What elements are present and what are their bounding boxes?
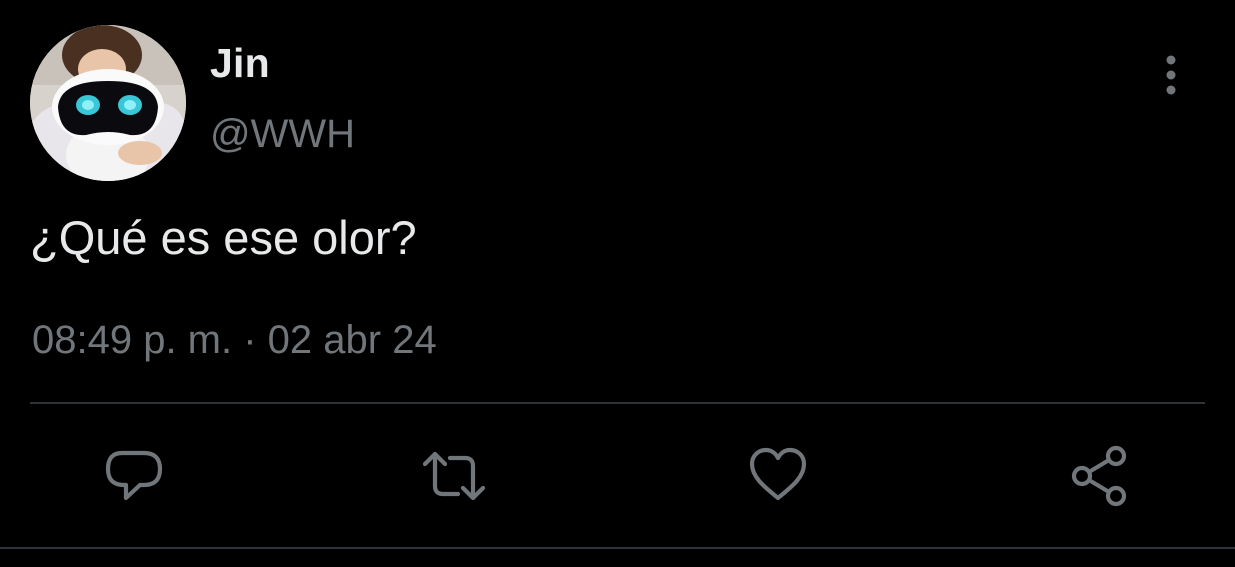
- avatar[interactable]: [30, 25, 186, 181]
- share-button[interactable]: [1068, 444, 1132, 508]
- user-handle[interactable]: @WWH: [210, 112, 355, 157]
- reply-icon: [105, 450, 163, 501]
- more-options-button[interactable]: [1150, 52, 1192, 98]
- avatar-image: [30, 25, 186, 181]
- tweet-card: Jin @WWH ¿Qué es ese olor? 08:49 p. m. ·…: [0, 0, 1235, 567]
- tweet-text: ¿Qué es ese olor?: [30, 211, 417, 264]
- divider-bottom: [0, 547, 1235, 549]
- heart-icon: [749, 447, 807, 501]
- share-icon: [1071, 445, 1127, 507]
- like-button[interactable]: [746, 444, 810, 508]
- tweet-timestamp[interactable]: 08:49 p. m. · 02 abr 24: [32, 318, 437, 363]
- more-vertical-icon: [1166, 55, 1176, 95]
- display-name[interactable]: Jin: [210, 40, 270, 87]
- retweet-button[interactable]: [422, 444, 486, 508]
- reply-button[interactable]: [102, 444, 166, 508]
- divider: [30, 402, 1205, 404]
- retweet-icon: [422, 451, 486, 501]
